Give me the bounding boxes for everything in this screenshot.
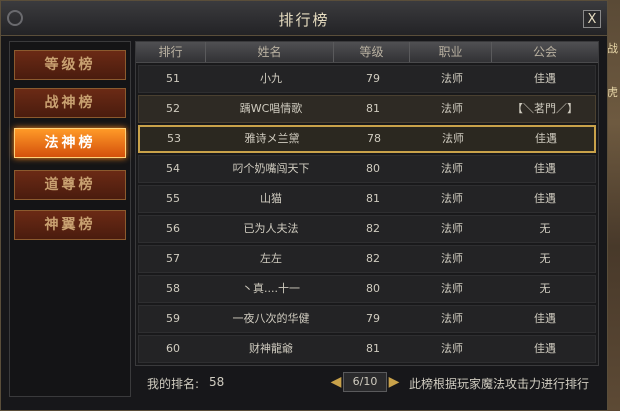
cell-guild: 【＼茗門／】 xyxy=(512,102,578,115)
cell-name: 山猫 xyxy=(260,192,282,205)
tab-taoist-ranking[interactable]: 道尊榜 xyxy=(14,170,126,200)
cell-level: 81 xyxy=(366,192,380,205)
triangle-right-icon[interactable]: ▶ xyxy=(387,372,401,392)
table-row-selected[interactable]: 53 雅诗メ兰黛 78 法师 佳遇 xyxy=(138,125,596,153)
ranking-note: 此榜根据玩家魔法攻击力进行排行 xyxy=(408,377,589,391)
header-guild: 公会 xyxy=(532,45,557,59)
cell-class: 法师 xyxy=(441,192,463,205)
tab-warrior-ranking[interactable]: 战神榜 xyxy=(14,88,126,118)
scene-glyph: 虎 xyxy=(607,86,618,99)
cell-name: 一夜八次的华健 xyxy=(232,312,310,325)
window-title: 排行榜 xyxy=(278,11,330,29)
close-button[interactable]: X xyxy=(583,10,601,28)
cell-name: 踽WC唱情歌 xyxy=(239,102,303,115)
table-footer: 我的排名: 58 ◀ 6/10 ▶ 此榜根据玩家魔法攻击力进行排行 xyxy=(135,369,599,397)
cell-level: 79 xyxy=(366,312,380,325)
cell-rank: 54 xyxy=(166,162,180,175)
cell-level: 82 xyxy=(366,252,380,265)
cell-guild: 佳遇 xyxy=(534,192,556,205)
table-row[interactable]: 55 山猫 81 法师 佳遇 xyxy=(138,185,596,213)
tab-wing-ranking[interactable]: 神翼榜 xyxy=(14,210,126,240)
my-rank-label: 我的排名: xyxy=(147,377,200,391)
cell-guild: 无 xyxy=(539,222,551,235)
cell-level: 79 xyxy=(366,72,380,85)
cell-class: 法师 xyxy=(441,282,463,295)
ranking-table: 排行 姓名 等级 职业 公会 51 小九 79 法师 佳遇 52 踽WC唱情歌 … xyxy=(135,41,599,366)
cell-class: 法师 xyxy=(441,312,463,325)
table-row[interactable]: 57 左左 82 法师 无 xyxy=(138,245,596,273)
cell-class: 法师 xyxy=(441,222,463,235)
cell-rank: 52 xyxy=(166,102,180,115)
cell-class: 法师 xyxy=(441,252,463,265)
table-header: 排行 姓名 等级 职业 公会 xyxy=(136,42,598,63)
cell-name: 左左 xyxy=(260,252,282,265)
table-row[interactable]: 58 丶真....十一 80 法师 无 xyxy=(138,275,596,303)
cell-guild: 佳遇 xyxy=(534,162,556,175)
title-bar[interactable]: 排行榜 X xyxy=(1,1,607,36)
triangle-left-icon[interactable]: ◀ xyxy=(329,372,343,392)
table-row[interactable]: 52 踽WC唱情歌 81 法师 【＼茗門／】 xyxy=(138,95,596,123)
cell-class: 法师 xyxy=(441,162,463,175)
cell-rank: 53 xyxy=(167,132,181,145)
my-rank-value: 58 xyxy=(209,375,225,389)
cell-rank: 51 xyxy=(166,72,180,85)
cell-guild: 佳遇 xyxy=(534,72,556,85)
table-row[interactable]: 51 小九 79 法师 佳遇 xyxy=(138,65,596,93)
cell-name: 叼个奶嘴闯天下 xyxy=(232,162,310,175)
cell-level: 82 xyxy=(366,222,380,235)
cell-rank: 55 xyxy=(166,192,180,205)
cell-name: 丶真....十一 xyxy=(242,282,300,295)
cell-level: 80 xyxy=(366,162,380,175)
header-level: 等级 xyxy=(334,42,410,62)
cell-rank: 56 xyxy=(166,222,180,235)
header-class: 职业 xyxy=(410,42,492,62)
cell-guild: 佳遇 xyxy=(535,132,557,145)
cell-guild: 佳遇 xyxy=(534,312,556,325)
cell-rank: 58 xyxy=(166,282,180,295)
cell-level: 78 xyxy=(367,132,381,145)
table-row[interactable]: 60 财神龍爺 81 法师 佳遇 xyxy=(138,335,596,363)
table-row[interactable]: 54 叼个奶嘴闯天下 80 法师 佳遇 xyxy=(138,155,596,183)
page-indicator: 6/10 xyxy=(343,372,387,392)
cell-class: 法师 xyxy=(441,342,463,355)
cell-class: 法师 xyxy=(442,132,464,145)
cell-name: 小九 xyxy=(260,72,282,85)
cell-class: 法师 xyxy=(441,72,463,85)
tab-level-ranking[interactable]: 等级榜 xyxy=(14,50,126,80)
cell-name: 雅诗メ兰黛 xyxy=(244,132,300,145)
cell-level: 80 xyxy=(366,282,380,295)
leaderboard-window: 排行榜 X 等级榜 战神榜 法神榜 道尊榜 神翼榜 排行 姓名 等级 职业 公会… xyxy=(0,0,608,411)
pagination: ◀ 6/10 ▶ xyxy=(329,371,401,393)
cell-guild: 佳遇 xyxy=(534,342,556,355)
table-row[interactable]: 59 一夜八次的华健 79 法师 佳遇 xyxy=(138,305,596,333)
category-sidebar: 等级榜 战神榜 法神榜 道尊榜 神翼榜 xyxy=(9,41,131,397)
scene-glyph: 战 xyxy=(607,42,618,55)
cell-rank: 57 xyxy=(166,252,180,265)
cell-class: 法师 xyxy=(441,102,463,115)
header-name: 姓名 xyxy=(206,42,334,62)
table-row[interactable]: 56 已为人夫法 82 法师 无 xyxy=(138,215,596,243)
cell-guild: 无 xyxy=(539,282,551,295)
cell-level: 81 xyxy=(366,102,380,115)
tab-mage-ranking[interactable]: 法神榜 xyxy=(14,128,126,158)
cell-name: 已为人夫法 xyxy=(243,222,299,235)
cell-rank: 60 xyxy=(166,342,180,355)
header-rank: 排行 xyxy=(136,42,206,62)
cell-name: 财神龍爺 xyxy=(249,342,293,355)
cell-guild: 无 xyxy=(539,252,551,265)
cell-level: 81 xyxy=(366,342,380,355)
cell-rank: 59 xyxy=(166,312,180,325)
